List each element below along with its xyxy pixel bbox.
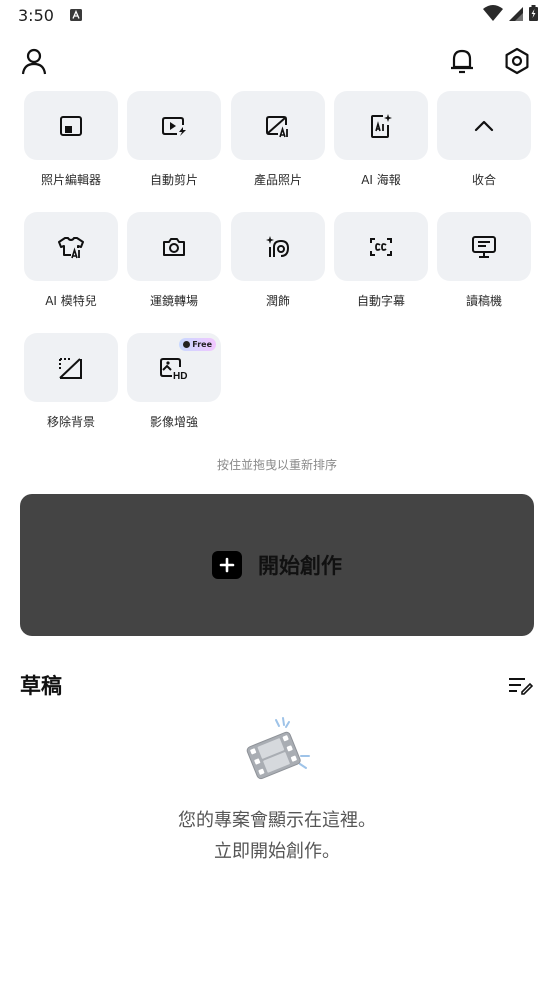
tool-label: 照片編輯器	[40, 173, 101, 187]
ai-model-icon	[58, 236, 84, 258]
person-icon	[21, 48, 47, 75]
tool-label: 讀稿機	[465, 294, 502, 308]
tool-label: 收合	[471, 173, 496, 187]
tool-auto-captions-tile[interactable]	[334, 212, 428, 281]
teleprompter-icon	[472, 235, 496, 258]
tool-photo-editor-tile[interactable]	[24, 91, 118, 160]
tool-label: 影像增強	[149, 415, 198, 429]
reorder-hint: 按住並拖曳以重新排序	[216, 458, 337, 472]
tool-camera-transition[interactable]: 運鏡轉場	[127, 212, 221, 309]
drafts-title: 草稿	[20, 674, 62, 698]
product-photo-icon	[266, 115, 288, 137]
tool-collapse-tile[interactable]	[437, 91, 531, 160]
battery-icon	[529, 5, 538, 25]
start-creating-label: 開始創作	[258, 554, 342, 578]
tool-label: 自動剪片	[149, 173, 198, 187]
camera-icon	[163, 237, 185, 256]
tool-label: 移除背景	[46, 415, 95, 429]
tool-ai-model-tile[interactable]	[24, 212, 118, 281]
photo-editor-icon	[60, 115, 82, 136]
tool-remove-bg-tile[interactable]	[24, 333, 118, 402]
tool-remove-bg[interactable]: 移除背景	[24, 333, 118, 430]
tool-camera-transition-tile[interactable]	[127, 212, 221, 281]
sort-edit-icon	[509, 678, 533, 695]
gear-icon	[505, 47, 529, 75]
auto-cut-icon	[162, 116, 186, 136]
empty-drafts-line-2: 立即開始創作。	[214, 841, 340, 862]
tool-label: 潤飾	[265, 294, 290, 308]
remove-bg-icon	[59, 357, 82, 379]
svg-text:HD: HD	[173, 371, 187, 380]
wifi-icon	[483, 5, 503, 25]
tool-collapse[interactable]: 收合	[437, 91, 531, 188]
tool-product-photo[interactable]: 產品照片	[231, 91, 325, 188]
tool-photo-editor[interactable]: 照片編輯器	[24, 91, 118, 188]
bell-icon	[451, 49, 473, 74]
profile-button[interactable]	[16, 43, 52, 79]
tool-label: 產品照片	[253, 173, 302, 187]
tool-teleprompter[interactable]: 讀稿機	[437, 212, 531, 309]
tool-teleprompter-tile[interactable]	[437, 212, 531, 281]
tool-enhance[interactable]: Free HD 影像增強	[127, 333, 221, 430]
empty-drafts-line-1: 您的專案會顯示在這裡。	[178, 810, 376, 831]
free-badge: Free	[179, 338, 216, 351]
tool-ai-model[interactable]: AI 模特兒	[24, 212, 118, 309]
a-badge-icon	[69, 6, 82, 25]
chevron-up-icon	[474, 120, 494, 131]
tool-auto-cut[interactable]: 自動剪片	[127, 91, 221, 188]
top-bar	[0, 40, 554, 84]
plus-icon	[212, 551, 242, 579]
tool-ai-poster-tile[interactable]	[334, 91, 428, 160]
tool-label: 自動字幕	[356, 294, 405, 308]
tool-product-photo-tile[interactable]	[231, 91, 325, 160]
tool-auto-captions[interactable]: 自動字幕	[334, 212, 428, 309]
tool-auto-cut-tile[interactable]	[127, 91, 221, 160]
tool-retouch-tile[interactable]	[231, 212, 325, 281]
film-illustration-icon	[243, 716, 317, 786]
free-badge-label: Free	[192, 340, 212, 349]
settings-button[interactable]	[499, 43, 535, 79]
cell-signal-icon	[509, 6, 523, 25]
tool-retouch[interactable]: 潤飾	[231, 212, 325, 309]
captions-icon	[370, 237, 392, 256]
free-dot-icon	[183, 341, 191, 348]
notifications-button[interactable]	[444, 43, 480, 79]
ai-poster-icon	[371, 113, 392, 138]
tool-ai-poster[interactable]: AI 海報	[334, 91, 428, 188]
sort-drafts-button[interactable]	[504, 670, 536, 700]
tool-label: AI 模特兒	[45, 294, 97, 308]
status-bar: 3:50	[0, 0, 554, 30]
retouch-icon	[266, 235, 290, 257]
status-time: 3:50	[18, 5, 54, 25]
tool-label: AI 海報	[361, 173, 401, 187]
tool-enhance-tile[interactable]: Free HD	[127, 333, 221, 402]
tool-label: 運鏡轉場	[149, 294, 198, 308]
enhance-hd-icon: HD	[160, 357, 187, 380]
start-creating-button[interactable]: 開始創作	[20, 494, 534, 636]
